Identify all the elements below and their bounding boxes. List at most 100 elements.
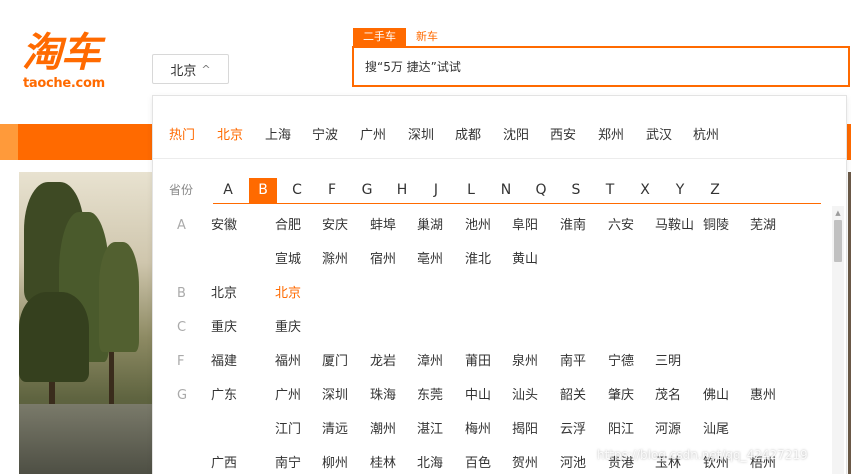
city-item[interactable]: 肇庆 (608, 386, 634, 406)
letter-tab-f[interactable]: F (318, 178, 346, 203)
city-item[interactable]: 汕尾 (703, 420, 729, 440)
city-item[interactable]: 东莞 (417, 386, 443, 406)
city-item[interactable]: 三明 (655, 352, 681, 372)
letter-tab-z[interactable]: Z (701, 178, 729, 203)
hot-city-item[interactable]: 郑州 (598, 124, 624, 143)
tab-used-car[interactable]: 二手车 (353, 28, 406, 46)
city-item[interactable]: 泉州 (512, 352, 538, 372)
city-item[interactable]: 芜湖 (750, 216, 776, 236)
city-item[interactable]: 阳江 (608, 420, 634, 440)
city-item[interactable]: 淮北 (465, 250, 491, 270)
city-item[interactable]: 南宁 (275, 454, 301, 474)
city-item[interactable]: 江门 (275, 420, 301, 440)
city-item[interactable]: 中山 (465, 386, 491, 406)
city-item[interactable]: 汕头 (512, 386, 538, 406)
city-item[interactable]: 厦门 (322, 352, 348, 372)
hot-city-item[interactable]: 沈阳 (503, 124, 529, 143)
province-name[interactable]: 广西 (211, 454, 237, 474)
city-selector-button[interactable]: 北京 ^ (152, 54, 229, 84)
city-item[interactable]: 深圳 (322, 386, 348, 406)
city-item[interactable]: 马鞍山 (655, 216, 694, 236)
scroll-up-arrow-icon[interactable]: ▲ (832, 208, 844, 218)
city-item[interactable]: 莆田 (465, 352, 491, 372)
city-item[interactable]: 珠海 (370, 386, 396, 406)
city-item[interactable]: 河源 (655, 420, 681, 440)
city-item[interactable]: 亳州 (417, 250, 443, 270)
hot-city-item[interactable]: 杭州 (693, 124, 719, 143)
city-item[interactable]: 龙岩 (370, 352, 396, 372)
city-item[interactable]: 云浮 (560, 420, 586, 440)
province-label: 省份 (169, 183, 194, 197)
province-name[interactable]: 福建 (211, 352, 237, 372)
city-item[interactable]: 宿州 (370, 250, 396, 270)
hot-city-item[interactable]: 宁波 (312, 124, 338, 143)
taoche-logo[interactable]: 淘车 taoche.com (22, 30, 132, 96)
letter-tab-j[interactable]: J (422, 178, 450, 203)
city-item[interactable]: 蚌埠 (370, 216, 396, 236)
letter-tab-t[interactable]: T (596, 178, 624, 203)
letter-tab-n[interactable]: N (492, 178, 520, 203)
letter-tab-g[interactable]: G (353, 178, 381, 203)
province-name[interactable]: 安徽 (211, 216, 237, 236)
city-item[interactable]: 漳州 (417, 352, 443, 372)
city-item[interactable]: 阜阳 (512, 216, 538, 236)
city-item[interactable]: 韶关 (560, 386, 586, 406)
city-item[interactable]: 安庆 (322, 216, 348, 236)
city-item[interactable]: 重庆 (275, 318, 301, 338)
city-item[interactable]: 六安 (608, 216, 634, 236)
city-item[interactable]: 湛江 (417, 420, 443, 440)
city-item[interactable]: 柳州 (322, 454, 348, 474)
city-item[interactable]: 合肥 (275, 216, 301, 236)
province-name[interactable]: 广东 (211, 386, 237, 406)
city-item[interactable]: 巢湖 (417, 216, 443, 236)
city-item[interactable]: 淮南 (560, 216, 586, 236)
tab-new-car[interactable]: 新车 (406, 28, 448, 46)
hot-city-item[interactable]: 西安 (550, 124, 576, 143)
letter-tab-b[interactable]: B (249, 178, 277, 203)
hot-city-item[interactable]: 广州 (360, 124, 386, 143)
letter-tab-s[interactable]: S (562, 178, 590, 203)
city-item[interactable]: 北京 (275, 284, 301, 304)
city-item[interactable]: 贺州 (512, 454, 538, 474)
city-item[interactable]: 百色 (465, 454, 491, 474)
hot-city-item[interactable]: 武汉 (646, 124, 672, 143)
hot-cities-row: 热门 北京 上海 宁波 广州 深圳 成都 沈阳 西安 郑州 武汉 杭州 (153, 96, 846, 159)
city-item[interactable]: 广州 (275, 386, 301, 406)
city-item[interactable]: 铜陵 (703, 216, 729, 236)
city-item[interactable]: 茂名 (655, 386, 681, 406)
city-item[interactable]: 福州 (275, 352, 301, 372)
city-item[interactable]: 桂林 (370, 454, 396, 474)
letter-tab-a[interactable]: A (214, 178, 242, 203)
city-item[interactable]: 北海 (417, 454, 443, 474)
hot-city-item[interactable]: 成都 (455, 124, 481, 143)
letter-tab-y[interactable]: Y (666, 178, 694, 203)
city-item[interactable]: 南平 (560, 352, 586, 372)
city-item[interactable]: 池州 (465, 216, 491, 236)
hot-city-item[interactable]: 北京 (217, 124, 243, 143)
city-item[interactable]: 梅州 (465, 420, 491, 440)
banner-image[interactable] (19, 172, 153, 474)
hot-city-item[interactable]: 深圳 (408, 124, 434, 143)
letter-tab-h[interactable]: H (388, 178, 416, 203)
province-name[interactable]: 重庆 (211, 318, 237, 338)
city-item[interactable]: 宁德 (608, 352, 634, 372)
city-item[interactable]: 清远 (322, 420, 348, 440)
city-item[interactable]: 惠州 (750, 386, 776, 406)
letter-tab-q[interactable]: Q (527, 178, 555, 203)
city-list-scrollbar[interactable]: ▲ (832, 206, 844, 474)
city-item[interactable]: 潮州 (370, 420, 396, 440)
city-item[interactable]: 宣城 (275, 250, 301, 270)
province-name[interactable]: 北京 (211, 284, 237, 304)
letter-tab-l[interactable]: L (457, 178, 485, 203)
hot-city-item[interactable]: 上海 (265, 124, 291, 143)
city-item[interactable]: 滁州 (322, 250, 348, 270)
letter-tab-c[interactable]: C (283, 178, 311, 203)
letter-tab-x[interactable]: X (631, 178, 659, 203)
search-input[interactable] (365, 59, 848, 74)
city-item[interactable]: 佛山 (703, 386, 729, 406)
scroll-thumb[interactable] (834, 220, 842, 262)
city-item[interactable]: 揭阳 (512, 420, 538, 440)
city-item[interactable]: 河池 (560, 454, 586, 474)
city-item[interactable]: 黄山 (512, 250, 538, 270)
province-row: F 福建 福州 厦门 龙岩 漳州 莆田 泉州 南平 宁德 三明 (153, 352, 833, 372)
